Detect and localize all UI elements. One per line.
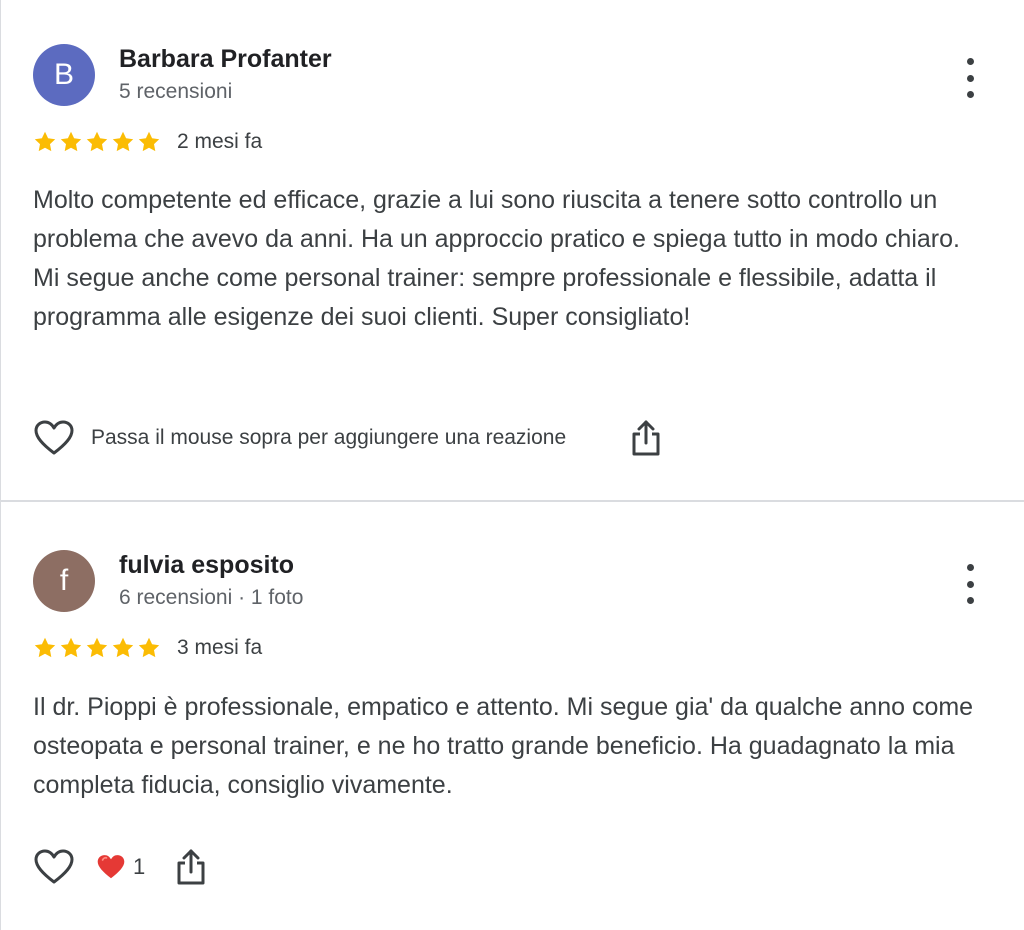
reaction-count: 1: [133, 854, 146, 879]
review-card: f fulvia esposito 6 recensioni · 1 foto …: [1, 502, 1024, 930]
more-options-button[interactable]: [959, 564, 981, 604]
star-icon: [137, 130, 161, 154]
rating-row: 3 mesi fa: [33, 636, 262, 660]
star-rating: [33, 636, 161, 660]
star-icon: [33, 130, 57, 154]
star-icon: [111, 636, 135, 660]
star-icon: [85, 636, 109, 660]
author-meta[interactable]: 5 recensioni: [119, 80, 232, 104]
star-icon: [33, 636, 57, 660]
red-heart-icon: [97, 855, 125, 879]
star-icon: [137, 636, 161, 660]
share-button[interactable]: [171, 847, 211, 887]
author-name[interactable]: fulvia esposito: [119, 551, 294, 580]
review-time: 3 mesi fa: [177, 636, 263, 659]
star-icon: [111, 130, 135, 154]
reviews-list: B Barbara Profanter 5 recensioni 2 mesi …: [0, 0, 1024, 930]
avatar[interactable]: B: [33, 44, 95, 106]
heart-outline-icon: [34, 849, 74, 884]
star-icon: [85, 130, 109, 154]
reaction-hint: Passa il mouse sopra per aggiungere una …: [91, 426, 567, 449]
review-card: B Barbara Profanter 5 recensioni 2 mesi …: [1, 0, 1024, 502]
more-vert-icon: [966, 564, 974, 571]
heart-outline-icon: [34, 420, 74, 455]
like-button[interactable]: [33, 847, 75, 887]
review-time: 2 mesi fa: [177, 130, 263, 153]
star-icon: [59, 636, 83, 660]
rating-row: 2 mesi fa: [33, 130, 262, 154]
share-icon: [632, 420, 660, 456]
action-row: 1: [33, 847, 211, 887]
share-icon: [177, 849, 205, 885]
star-rating: [33, 130, 161, 154]
review-text: Il dr. Pioppi è professionale, empatico …: [33, 693, 974, 799]
more-vert-icon: [966, 58, 974, 65]
reaction-chip[interactable]: 1: [97, 854, 145, 880]
review-text: Molto competente ed efficace, grazie a l…: [33, 186, 960, 331]
share-button[interactable]: [626, 418, 666, 458]
author-name[interactable]: Barbara Profanter: [119, 45, 332, 74]
action-row: Passa il mouse sopra per aggiungere una …: [33, 418, 666, 458]
avatar[interactable]: f: [33, 550, 95, 612]
author-meta[interactable]: 6 recensioni · 1 foto: [119, 586, 303, 610]
more-options-button[interactable]: [959, 58, 981, 98]
like-button[interactable]: [33, 418, 75, 458]
star-icon: [59, 130, 83, 154]
